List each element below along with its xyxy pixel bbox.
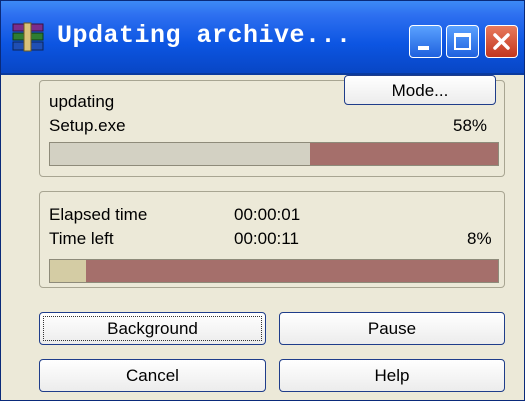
overall-progress-remaining (86, 260, 498, 282)
mode-button-label: Mode... (391, 81, 449, 100)
overall-progress-fill (50, 260, 86, 282)
cancel-button-label: Cancel (126, 366, 179, 385)
elapsed-time-value: 00:00:01 (234, 205, 301, 224)
help-button-label: Help (374, 366, 410, 385)
elapsed-time-label: Elapsed time (49, 205, 148, 224)
mode-button[interactable]: Mode... (344, 75, 496, 105)
file-progress-remaining (310, 143, 498, 165)
file-progress-fill (50, 143, 310, 165)
minimize-icon (418, 46, 429, 50)
background-button-label: Background (107, 319, 198, 338)
maximize-button[interactable] (446, 25, 479, 58)
maximize-icon (454, 33, 471, 50)
current-filename: Setup.exe (49, 116, 126, 135)
pause-button-label: Pause (367, 319, 417, 338)
background-button[interactable]: Background (39, 312, 266, 345)
overall-percent: 8% (467, 229, 492, 248)
help-button[interactable]: Help (279, 359, 505, 392)
minimize-button[interactable] (409, 25, 442, 58)
winrar-books-icon (12, 22, 44, 52)
titlebar[interactable]: Updating archive... (1, 1, 524, 75)
file-progress-bar (49, 142, 499, 166)
window-title: Updating archive... (57, 21, 352, 50)
overall-progress-bar (49, 259, 499, 283)
close-button[interactable] (485, 25, 518, 58)
time-left-value: 00:00:11 (234, 229, 299, 248)
status-text: updating (49, 92, 115, 111)
pause-button[interactable]: Pause (279, 312, 505, 345)
file-percent: 58% (453, 116, 488, 135)
update-archive-dialog: Updating archive... Mode... updating Set… (0, 0, 525, 401)
time-left-label: Time left (49, 229, 114, 248)
cancel-button[interactable]: Cancel (39, 359, 266, 392)
close-icon (493, 33, 510, 50)
